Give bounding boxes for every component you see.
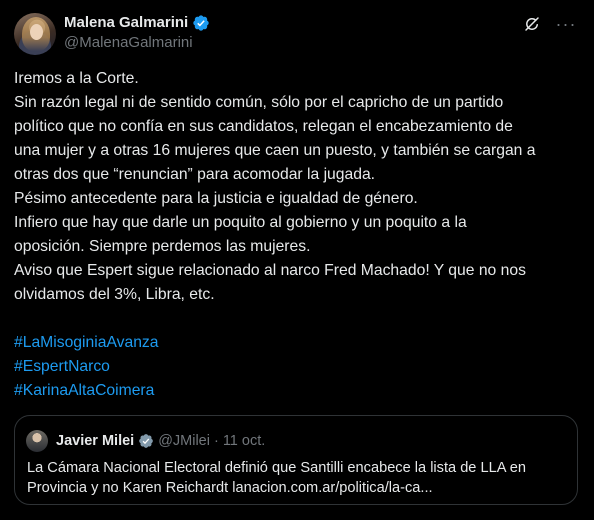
quoted-date: 11 oct. bbox=[222, 433, 266, 449]
quoted-line: La Cámara Nacional Electoral definió que… bbox=[27, 460, 526, 476]
tweet-text: Iremos a la Corte. Sin razón legal ni de… bbox=[14, 67, 584, 307]
quoted-tweet-text: La Cámara Nacional Electoral definió que… bbox=[27, 458, 567, 498]
quoted-author-avatar bbox=[26, 430, 48, 452]
quoted-tweet-header: Javier Milei @JMilei · 11 oct. bbox=[56, 432, 265, 450]
hashtag-link[interactable]: #KarinaAltaCoimera bbox=[14, 379, 158, 403]
avatar-face bbox=[30, 24, 43, 40]
tweet-line: otras dos que “renuncian” para acomodar … bbox=[14, 166, 376, 183]
tweet-actions-top: ··· bbox=[522, 14, 576, 34]
quoted-author-handle: @JMilei bbox=[158, 433, 210, 449]
tweet-line: una mujer y a otras 16 mujeres que caen … bbox=[14, 142, 536, 159]
tweet-line: político que no confía en sus candidatos… bbox=[14, 118, 513, 135]
quoted-separator: · bbox=[213, 433, 219, 449]
tweet-line: Pésimo antecedente para la justicia e ig… bbox=[14, 190, 418, 207]
hashtag-link[interactable]: #LaMisoginiaAvanza bbox=[14, 331, 158, 355]
quoted-tweet[interactable]: Javier Milei @JMilei · 11 oct. La Cámara… bbox=[14, 415, 578, 505]
verified-badge-icon bbox=[193, 15, 209, 31]
tweet-line: olvidamos del 3%, Libra, etc. bbox=[14, 286, 215, 303]
author-handle[interactable]: @MalenaGalmarini bbox=[64, 34, 193, 52]
tweet-line: Aviso que Espert sigue relacionado al na… bbox=[14, 262, 526, 279]
quoted-author-name: Javier Milei bbox=[56, 433, 135, 449]
hashtag-link[interactable]: #EspertNarco bbox=[14, 355, 158, 379]
hashtag-list: #LaMisoginiaAvanza #EspertNarco #KarinaA… bbox=[14, 331, 158, 403]
author-display-name[interactable]: Malena Galmarini bbox=[64, 14, 188, 32]
tweet-line: Iremos a la Corte. bbox=[14, 70, 139, 87]
author-avatar[interactable] bbox=[14, 13, 56, 55]
tweet-line: Infiero que hay que darle un poquito al … bbox=[14, 214, 467, 231]
quoted-line: Provincia y no Karen Reichardt lanacion.… bbox=[27, 480, 433, 496]
tweet-line: oposición. Siempre perdemos las mujeres. bbox=[14, 238, 311, 255]
author-name-row: Malena Galmarini bbox=[64, 14, 210, 32]
more-icon[interactable]: ··· bbox=[556, 14, 576, 34]
tweet: Malena Galmarini @MalenaGalmarini ··· Ir… bbox=[0, 0, 594, 520]
tweet-line: Sin razón legal ni de sentido común, sól… bbox=[14, 94, 504, 111]
verified-badge-icon bbox=[139, 434, 154, 448]
grok-icon[interactable] bbox=[522, 14, 542, 34]
